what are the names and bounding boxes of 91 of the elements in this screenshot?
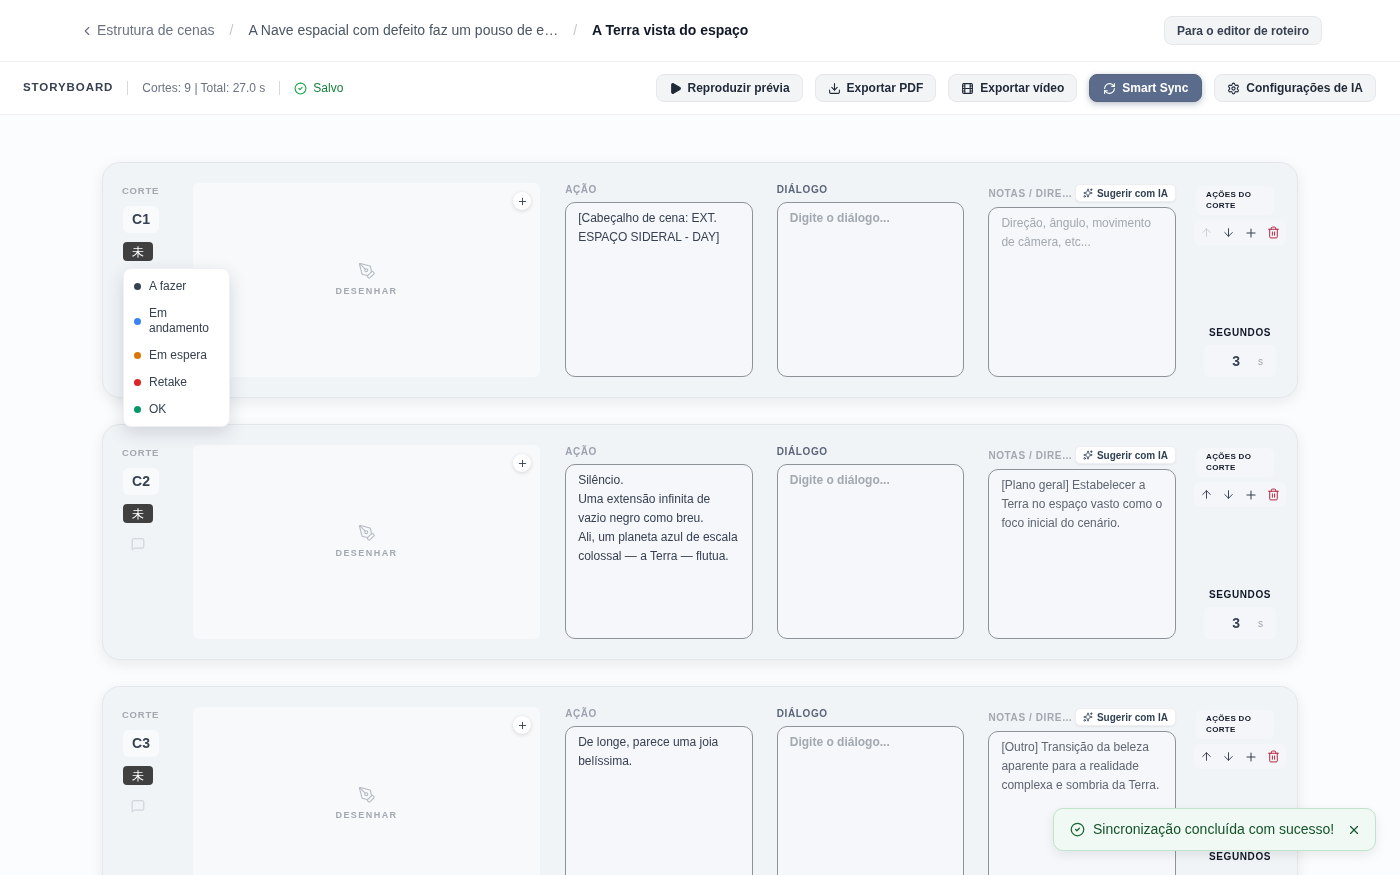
notes-label: NOTAS / DIRE… [988,710,1073,725]
add-button[interactable] [513,192,532,210]
check-circle-icon [294,81,308,95]
notes-label: NOTAS / DIRE… [988,186,1073,201]
draw-label: DESENHAR [335,546,398,560]
seconds-label: SEGUNDOS [1208,851,1273,863]
plus-icon [1243,487,1258,502]
add-button[interactable] [513,716,532,734]
cut-number: C2 [123,468,159,495]
action-field[interactable]: De longe, parece uma joia belíssima. [565,726,753,875]
arrow-down-icon [1222,750,1236,763]
seconds-label: SEGUNDOS [1208,327,1273,339]
sparkle-icon [1082,712,1093,722]
breadcrumb-link[interactable]: A Nave espacial com defeito faz um pouso de e… [248,20,559,41]
dialogue-field[interactable]: Digite o diálogo... [776,464,965,639]
delete-button[interactable] [1266,226,1280,239]
suggest-ai-button[interactable]: Sugerir com IA [1074,446,1177,464]
suggest-ai-button[interactable]: Sugerir com IA [1074,184,1177,202]
dialogue-field[interactable]: Digite o diálogo... [776,726,965,875]
dialogue-label: DIÁLOGO [776,183,829,197]
arrow-up-icon [1200,226,1214,239]
notes-field[interactable]: [Plano geral] Estabelecer a Terra no espaço vasto como o foco inicial do cenário. [988,469,1177,639]
ai-settings-button[interactable]: Configurações de IA [1214,74,1376,102]
pen-icon [357,261,376,280]
move-up-button[interactable] [1200,750,1214,763]
export-video-button[interactable]: Exportar vídeo [948,74,1078,102]
trash-icon [1266,750,1280,763]
cut-label: CORTE [122,709,160,720]
draw-label: DESENHAR [335,284,398,298]
sparkle-icon [1082,188,1093,198]
action-label: AÇÃO [565,445,598,459]
check-circle-icon [1070,822,1085,837]
cut-label: CORTE [122,447,160,458]
arrow-down-icon [1222,226,1236,239]
action-label: AÇÃO [565,183,598,197]
export-pdf-button[interactable]: Exportar PDF [814,74,937,102]
trash-icon [1266,488,1280,501]
plus-icon [516,457,528,469]
play-icon [668,81,682,95]
move-up-button[interactable] [1200,488,1214,501]
cut-number: C3 [123,730,159,757]
arrow-down-icon [1222,488,1236,501]
arrow-up-icon [1200,750,1214,763]
breadcrumb-separator: / [229,21,234,40]
cut-label: CORTE [122,185,160,196]
pen-icon [357,523,376,542]
plus-icon [1243,749,1258,764]
sparkle-icon [1082,450,1093,460]
dialogue-label: DIÁLOGO [776,707,829,721]
plus-icon [516,195,528,207]
dialogue-label: DIÁLOGO [776,445,829,459]
seconds-unit: s [1258,616,1264,631]
move-down-button[interactable] [1222,750,1236,763]
delete-button[interactable] [1266,488,1280,501]
pen-icon [357,785,376,804]
film-icon [961,81,975,95]
move-down-button[interactable] [1222,226,1236,239]
back-link[interactable]: Estrutura de cenas [80,20,215,41]
breadcrumb-current: A Terra vista do espaço [592,21,749,40]
plus-icon [516,719,528,731]
save-status: Salvo [313,80,344,97]
smart-sync-button[interactable]: Smart Sync [1089,74,1203,102]
breadcrumb-separator: / [573,21,578,40]
seconds-unit: s [1258,354,1264,369]
sync-icon [1103,81,1117,95]
trash-icon [1266,226,1280,239]
action-label: AÇÃO [565,707,598,721]
plus-icon [1243,225,1258,240]
play-preview-button[interactable]: Reproduzir prévia [655,74,803,102]
page-title: STORYBOARD [23,80,114,96]
action-field[interactable]: Silêncio. Uma extensão infinita de vazio negro como breu. Ali, um planeta azul de escala colossal — a Terra — flutua. [565,464,753,639]
notes-field[interactable]: Direção, ângulo, movimento de câmera, etc... [988,207,1177,377]
status-tag[interactable]: 未 [123,504,153,523]
seconds-label: SEGUNDOS [1208,589,1273,601]
delete-button[interactable] [1266,750,1280,763]
script-editor-button[interactable]: Para o editor de roteiro [1163,16,1322,45]
download-icon [827,81,841,95]
draw-label: DESENHAR [335,808,398,822]
add-button[interactable] [513,454,532,472]
arrow-up-icon [1200,488,1214,501]
status-option[interactable]: OK [124,396,229,423]
notes-label: NOTAS / DIRE… [988,448,1073,463]
settings-icon [1227,81,1241,95]
move-down-button[interactable] [1222,488,1236,501]
status-tag[interactable]: 未 [123,242,153,261]
cut-number: C1 [123,206,159,233]
dialogue-field[interactable]: Digite o diálogo... [776,202,965,377]
cut-stats: Cortes: 9 | Total: 27.0 s [142,80,266,97]
suggest-ai-button[interactable]: Sugerir com IA [1074,708,1177,726]
action-field[interactable]: [Cabeçalho de cena: EXT. ESPAÇO SIDERAL - DAY] [565,202,753,377]
status-tag[interactable]: 未 [123,766,153,785]
